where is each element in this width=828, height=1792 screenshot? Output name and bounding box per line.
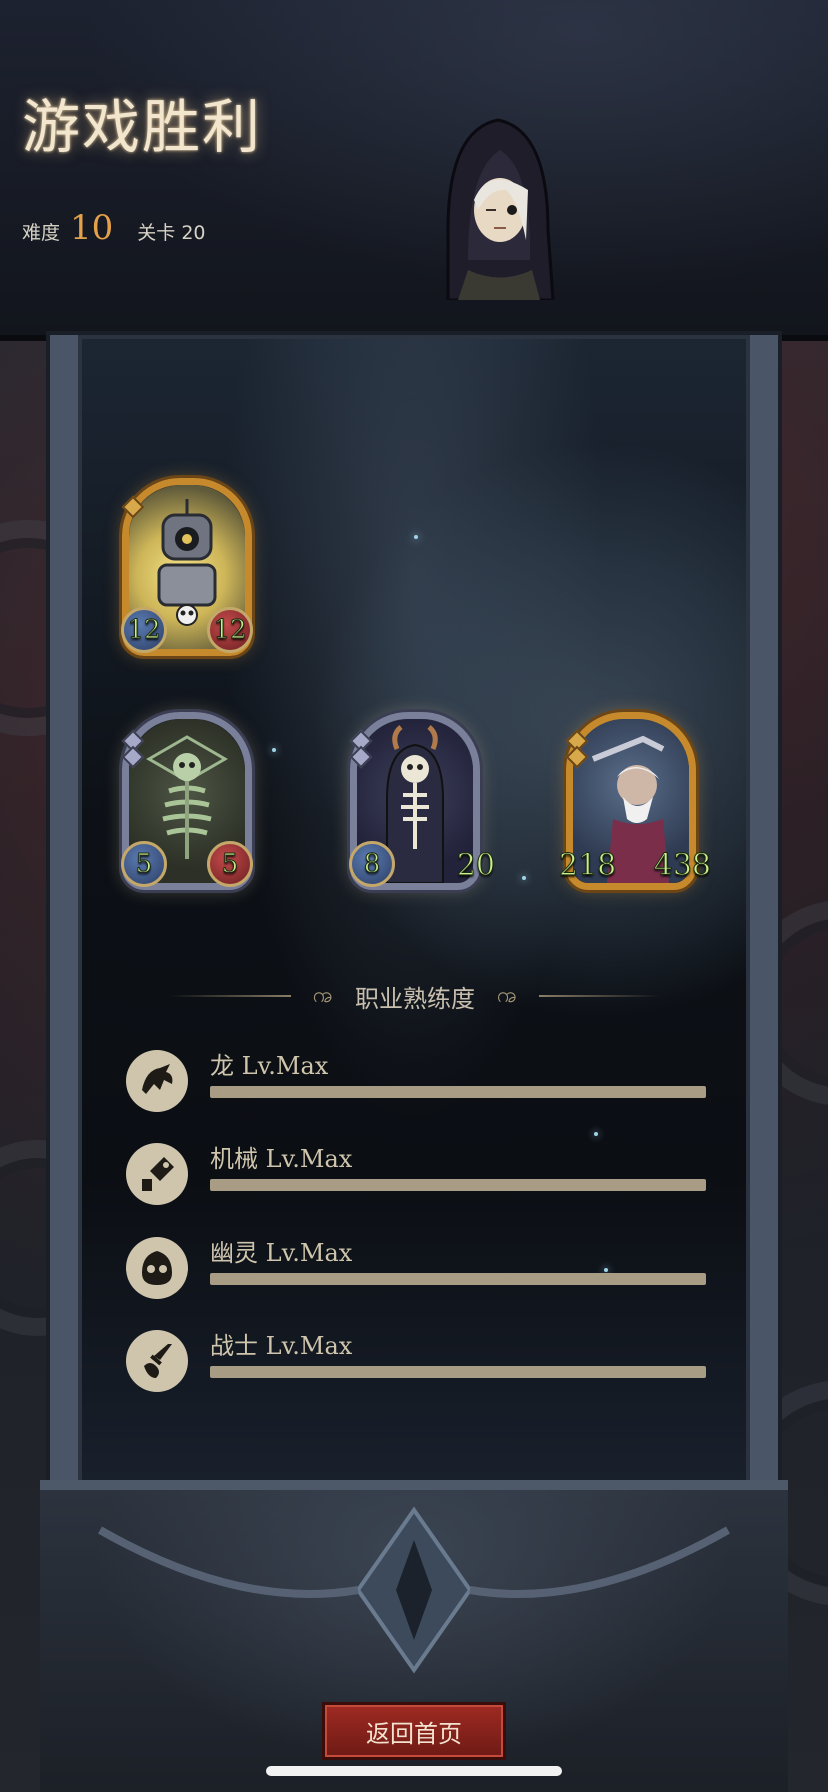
swirl-ornament-icon: ꩠ [497,982,518,1008]
card-health: 5 [207,841,253,887]
hero-portrait [446,118,555,300]
difficulty-label: 难度 [22,222,61,244]
mastery-row-ghost: 幽灵 Lv.Max [126,1233,706,1303]
page-title: 游戏胜利 [22,93,263,161]
ghost-icon [126,1237,188,1299]
star-sparkle [594,1132,598,1136]
card-health: 12 [207,607,253,653]
mastery-progress-bar [210,1179,706,1191]
mastery-progress-bar [210,1273,706,1285]
mech-icon [126,1143,188,1205]
mastery-label: 幽灵 Lv.Max [210,1239,353,1267]
card-health: 20 [456,847,495,883]
progress-fill [210,1179,706,1191]
victory-header: 游戏胜利 难度 10 关卡 20 [0,0,828,341]
card-health: 438 [653,847,711,883]
mastery-title: 职业熟练度 [355,984,475,1013]
warrior-icon [126,1330,188,1392]
home-indicator[interactable] [266,1766,562,1776]
mastery-row-mech: 机械 Lv.Max [126,1139,706,1209]
run-info: 难度 10 关卡 20 [22,208,206,248]
star-sparkle [414,535,418,539]
divider-line [170,995,291,997]
difficulty-value: 10 [70,208,114,248]
divider-line [539,995,660,997]
minion-card[interactable]: 8 20 [349,712,496,890]
minion-card[interactable]: 12 12 [121,478,253,656]
mastery-row-warrior: 战士 Lv.Max [126,1326,706,1396]
card-attack: 5 [121,841,167,887]
progress-fill [210,1366,706,1378]
star-sparkle [272,748,276,752]
mastery-section-header: ꩠ 职业熟练度 ꩠ [170,978,660,1014]
mastery-progress-bar [210,1366,706,1378]
progress-fill [210,1086,706,1098]
swirl-ornament-icon: ꩠ [312,982,333,1008]
mastery-row-dragon: 龙 Lv.Max [126,1046,706,1116]
mastery-label: 战士 Lv.Max [210,1332,353,1360]
mastery-progress-bar [210,1086,706,1098]
card-attack: 12 [121,607,167,653]
mastery-label: 龙 Lv.Max [210,1052,329,1080]
minion-card[interactable]: 218 438 [558,712,712,890]
card-attack: 218 [558,847,617,883]
minion-card[interactable]: 5 5 [121,712,253,890]
progress-fill [210,1273,706,1285]
return-home-button[interactable]: 返回首页 [322,1702,506,1760]
star-sparkle [522,876,526,880]
stage-label: 关卡 20 [137,222,206,244]
dragon-icon [126,1050,188,1112]
game-victory-screen: 游戏胜利 难度 10 关卡 20 12 12 5 5 8 20 218 438 … [0,0,828,1792]
card-attack: 8 [349,841,395,887]
mastery-label: 机械 Lv.Max [210,1145,353,1173]
